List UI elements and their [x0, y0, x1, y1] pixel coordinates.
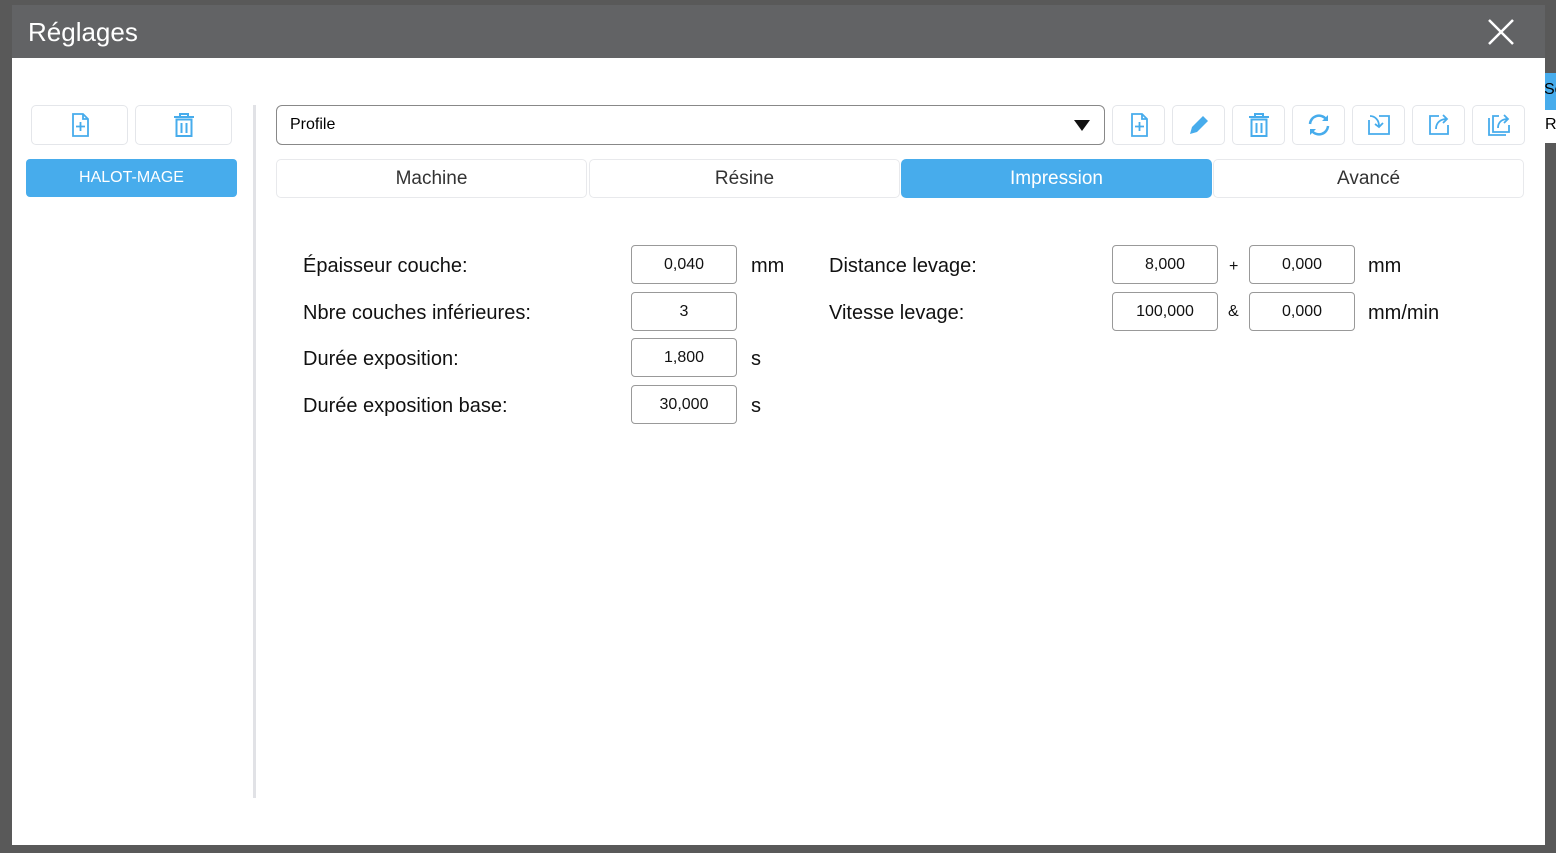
bottom-layers-input[interactable]	[631, 292, 737, 331]
add-profile-button[interactable]	[31, 105, 128, 145]
lift-distance-label: Distance levage:	[829, 255, 977, 277]
sidebar-divider	[253, 105, 256, 798]
export-button[interactable]	[1412, 105, 1465, 145]
exposure-input[interactable]	[631, 338, 737, 377]
tab-machine[interactable]: Machine	[276, 159, 587, 198]
export-icon	[1428, 114, 1449, 135]
tab-impression[interactable]: Impression	[901, 159, 1212, 198]
dialog-title: Réglages	[28, 17, 138, 47]
lift-speed-ampersand: &	[1228, 303, 1239, 320]
chevron-down-icon	[1074, 120, 1090, 131]
settings-dialog: Réglages HALOT-MAGE Profile Machine Rési…	[12, 5, 1545, 845]
pencil-icon	[1189, 114, 1210, 134]
lift-speed-extra-input[interactable]	[1249, 292, 1355, 331]
bottom-exposure-input[interactable]	[631, 385, 737, 424]
layer-thickness-label: Épaisseur couche:	[303, 255, 468, 277]
close-icon	[1488, 19, 1514, 45]
trash-icon	[173, 113, 194, 137]
exposure-unit: s	[751, 348, 761, 370]
background-app-row: Ra	[1545, 110, 1556, 143]
title-bar: Réglages	[12, 5, 1545, 58]
import-button[interactable]	[1352, 105, 1405, 145]
export-copy-icon	[1487, 114, 1510, 136]
file-add-icon	[1130, 113, 1148, 137]
tab-avance[interactable]: Avancé	[1213, 159, 1524, 198]
rename-settings-button[interactable]	[1172, 105, 1225, 145]
tab-resine[interactable]: Résine	[589, 159, 900, 198]
bottom-exposure-unit: s	[751, 395, 761, 417]
trash-icon	[1248, 113, 1269, 137]
layer-thickness-input[interactable]	[631, 245, 737, 284]
bottom-exposure-label: Durée exposition base:	[303, 395, 508, 417]
lift-speed-unit: mm/min	[1368, 302, 1440, 324]
new-settings-button[interactable]	[1112, 105, 1165, 145]
refresh-icon	[1308, 114, 1329, 136]
lift-distance-input[interactable]	[1112, 245, 1218, 284]
lift-distance-extra-input[interactable]	[1249, 245, 1355, 284]
profile-item-halot-mage[interactable]: HALOT-MAGE	[26, 159, 237, 197]
bottom-layers-label: Nbre couches inférieures:	[303, 302, 531, 324]
export-copy-button[interactable]	[1472, 105, 1525, 145]
delete-settings-button[interactable]	[1232, 105, 1285, 145]
import-icon	[1367, 115, 1390, 135]
file-add-icon	[71, 113, 89, 137]
close-button[interactable]	[1484, 15, 1518, 49]
layer-thickness-unit: mm	[751, 255, 785, 277]
exposure-label: Durée exposition:	[303, 348, 459, 370]
refresh-button[interactable]	[1292, 105, 1345, 145]
lift-speed-label: Vitesse levage:	[829, 302, 965, 324]
profile-select[interactable]: Profile	[276, 105, 1105, 145]
lift-distance-plus: +	[1229, 258, 1239, 275]
profile-select-value: Profile	[290, 116, 336, 133]
lift-distance-unit: mm	[1368, 255, 1402, 277]
lift-speed-input[interactable]	[1112, 292, 1218, 331]
delete-profile-button[interactable]	[135, 105, 232, 145]
